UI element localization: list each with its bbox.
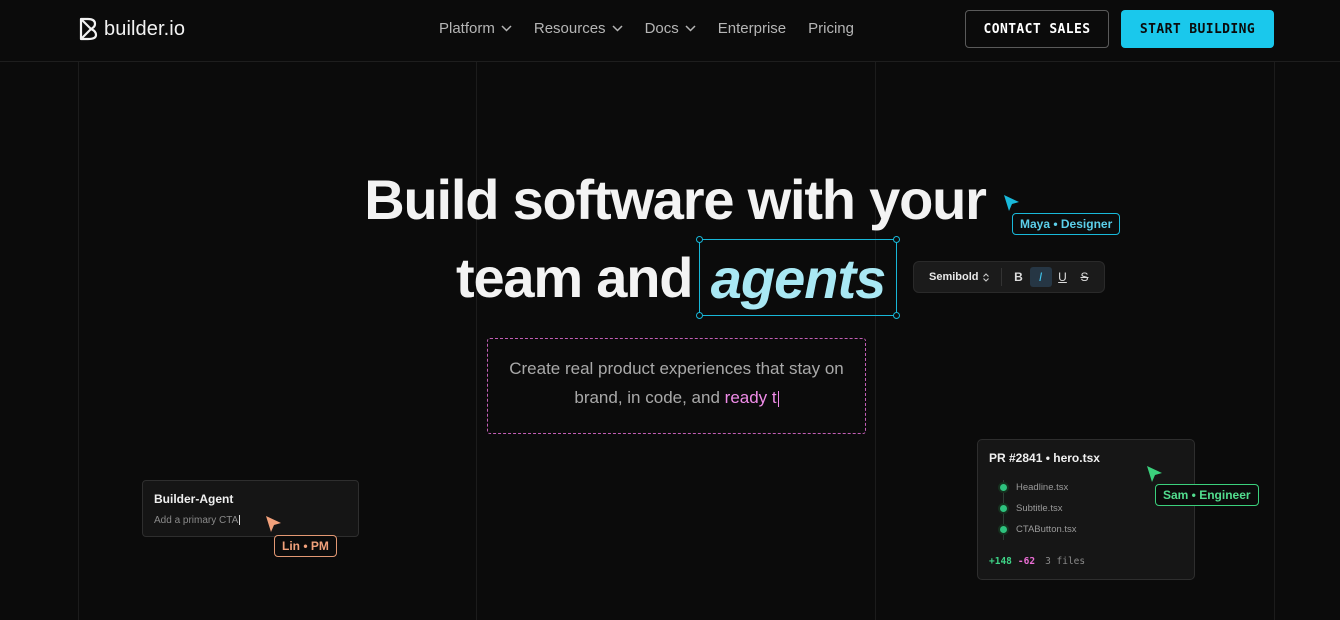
menu-item-pricing[interactable]: Pricing bbox=[808, 20, 854, 37]
menu-item-label: Platform bbox=[439, 20, 495, 37]
chevron-down-icon bbox=[685, 25, 696, 32]
pull-request-card[interactable]: PR #2841 • hero.tsx Headline.tsx Subtitl… bbox=[977, 439, 1195, 580]
text-caret bbox=[239, 515, 241, 526]
collaborator-tag-sam: Sam • Engineer bbox=[1155, 484, 1259, 506]
chevron-down-icon bbox=[501, 25, 512, 32]
menu-item-docs[interactable]: Docs bbox=[645, 20, 696, 37]
menu-item-enterprise[interactable]: Enterprise bbox=[718, 20, 786, 37]
deletions-count: -62 bbox=[1017, 556, 1036, 567]
pr-file-name: CTAButton.tsx bbox=[1016, 524, 1077, 535]
cursor-icon bbox=[1147, 466, 1162, 482]
agent-prompt-input[interactable]: Add a primary CTA bbox=[154, 515, 241, 526]
collaborator-tag-lin: Lin • PM bbox=[274, 535, 337, 557]
menu-item-resources[interactable]: Resources bbox=[534, 20, 623, 37]
resize-handle[interactable] bbox=[893, 236, 900, 243]
pr-title: PR #2841 • hero.tsx bbox=[989, 451, 1100, 465]
menu-item-label: Resources bbox=[533, 20, 606, 37]
top-nav: builder.io Platform Resources Docs Enter… bbox=[0, 0, 1340, 61]
builder-agent-card: Builder-Agent Add a primary CTA bbox=[142, 480, 359, 537]
grid-line bbox=[875, 62, 876, 620]
font-weight-value: Semibold bbox=[929, 271, 979, 283]
text-caret bbox=[777, 390, 779, 407]
subtitle-typed-text: ready t bbox=[724, 388, 777, 407]
cursor-icon bbox=[266, 516, 281, 532]
highlighted-word: agents bbox=[710, 247, 887, 310]
italic-button[interactable]: I bbox=[1029, 267, 1052, 287]
start-building-button[interactable]: START BUILDING bbox=[1121, 10, 1274, 48]
font-weight-select[interactable]: Semibold bbox=[929, 271, 989, 283]
grid-line bbox=[476, 62, 477, 620]
bold-button[interactable]: B bbox=[1008, 267, 1030, 287]
resize-handle[interactable] bbox=[696, 236, 703, 243]
menu-item-label: Docs bbox=[644, 20, 679, 37]
subtitle-edit-box[interactable]: Create real product experiences that sta… bbox=[487, 338, 866, 434]
additions-count: +148 bbox=[989, 556, 1012, 567]
menu-item-label: Pricing bbox=[808, 20, 854, 37]
selected-text-box[interactable]: agents bbox=[696, 236, 900, 319]
pr-file-name: Subtitle.tsx bbox=[1016, 503, 1063, 514]
page: builder.io Platform Resources Docs Enter… bbox=[0, 0, 1340, 620]
logo-text: builder.io bbox=[104, 17, 186, 40]
strikethrough-button[interactable]: S bbox=[1074, 267, 1096, 287]
toolbar-divider bbox=[1000, 268, 1002, 286]
pr-file-name: Headline.tsx bbox=[1016, 482, 1069, 493]
subtitle-text: Create real product experiences that sta… bbox=[509, 359, 844, 407]
hero-headline-line2: team and bbox=[456, 246, 693, 309]
pr-file-item: Headline.tsx bbox=[1000, 482, 1068, 493]
nav-divider bbox=[0, 61, 1340, 62]
logo-link[interactable]: builder.io bbox=[78, 17, 185, 41]
menu-item-platform[interactable]: Platform bbox=[439, 20, 512, 37]
resize-handle[interactable] bbox=[696, 312, 703, 319]
main-menu: Platform Resources Docs Enterprise Prici… bbox=[439, 20, 876, 37]
agent-card-title: Builder-Agent bbox=[154, 492, 234, 506]
pr-diff-stats: +148 -62 3 files bbox=[989, 556, 1085, 567]
pr-file-item: Subtitle.tsx bbox=[1000, 503, 1062, 514]
text-format-toolbar: Semibold B I U S bbox=[913, 261, 1105, 293]
hero-subtitle: Create real product experiences that sta… bbox=[488, 354, 865, 412]
resize-handle[interactable] bbox=[893, 312, 900, 319]
collaborator-tag-maya: Maya • Designer bbox=[1012, 213, 1121, 235]
pr-file-item: CTAButton.tsx bbox=[1000, 524, 1077, 535]
sort-arrows-icon bbox=[982, 272, 989, 282]
status-dot-icon bbox=[1000, 484, 1007, 491]
cursor-icon bbox=[1004, 195, 1019, 211]
hero-headline-line1: Build software with your bbox=[364, 168, 987, 231]
status-dot-icon bbox=[1000, 505, 1007, 512]
underline-button[interactable]: U bbox=[1052, 267, 1074, 287]
grid-line bbox=[78, 62, 79, 620]
builder-logo-icon bbox=[79, 17, 98, 41]
menu-item-label: Enterprise bbox=[717, 20, 787, 37]
grid-line bbox=[1274, 62, 1275, 620]
files-count: 3 files bbox=[1045, 556, 1086, 567]
agent-prompt-value: Add a primary CTA bbox=[154, 515, 239, 526]
status-dot-icon bbox=[1000, 526, 1007, 533]
chevron-down-icon bbox=[612, 25, 623, 32]
contact-sales-button[interactable]: CONTACT SALES bbox=[965, 10, 1109, 48]
